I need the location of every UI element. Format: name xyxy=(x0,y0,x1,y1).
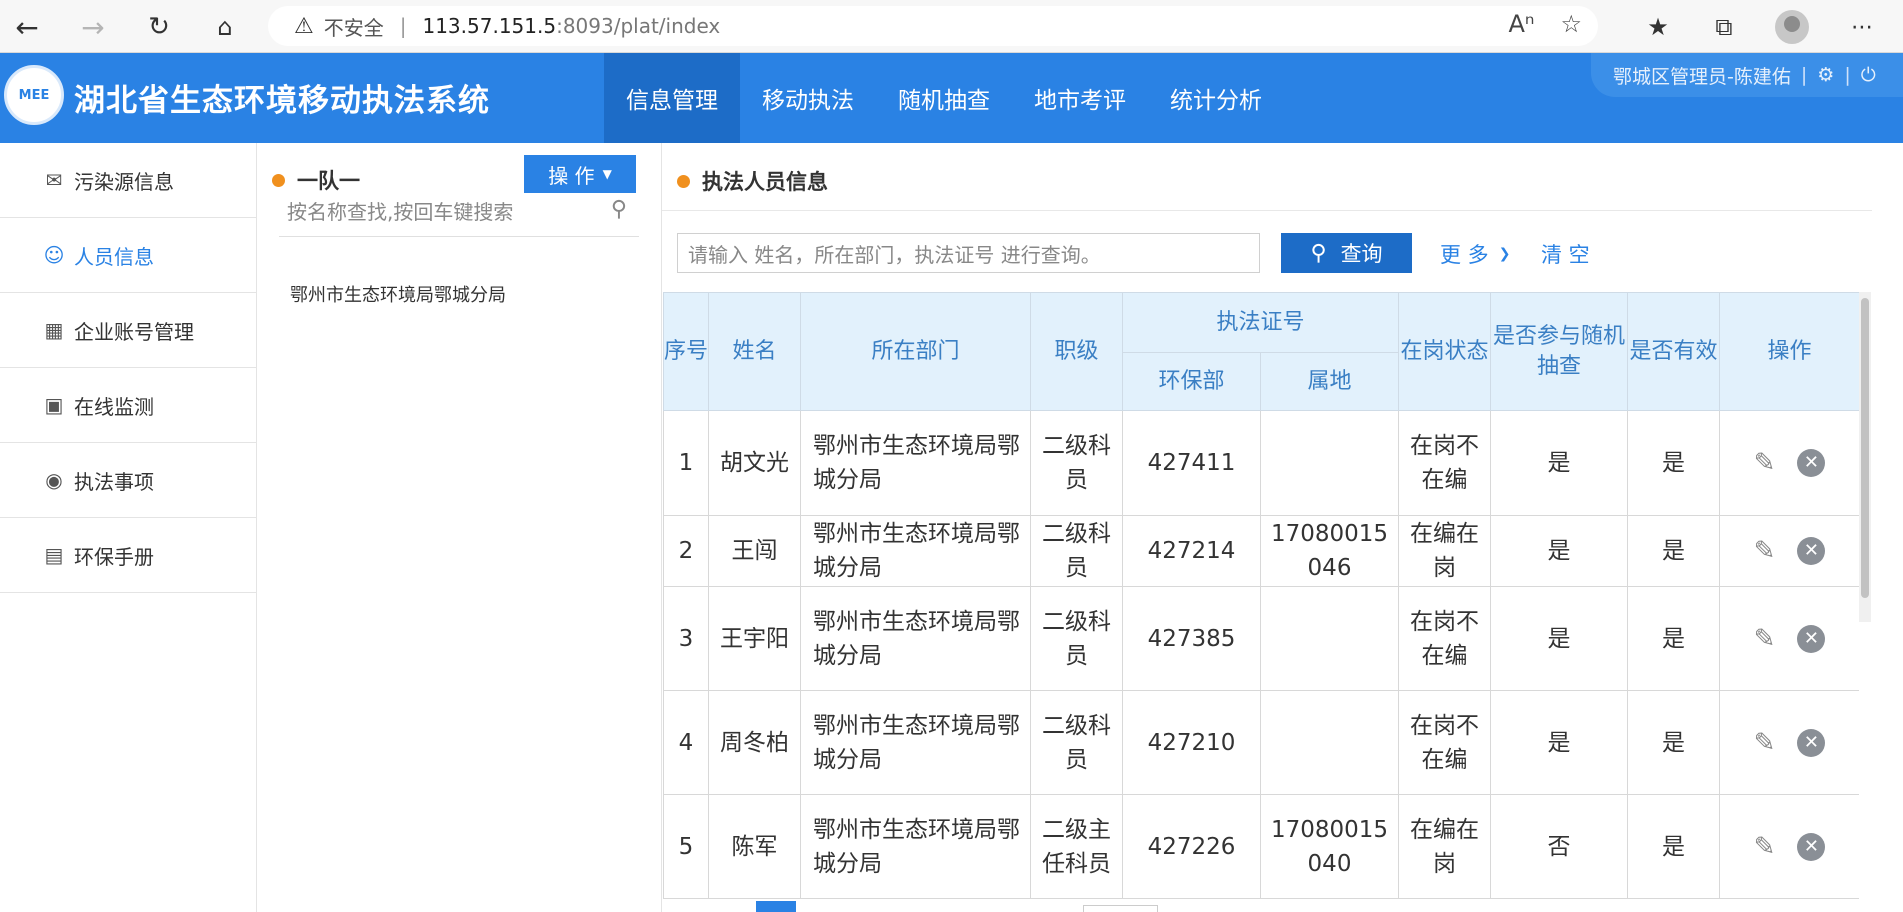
divider xyxy=(662,210,1872,211)
edit-icon[interactable]: ✎ xyxy=(1754,726,1776,760)
team-search-input[interactable]: 按名称查找,按回车键搜索 ⚲ xyxy=(279,185,639,237)
header-seq: 序号 xyxy=(663,292,709,411)
warning-icon: ⚠ xyxy=(294,13,314,39)
sidebar-item-pollution-source[interactable]: ✉ 污染源信息 xyxy=(0,143,256,218)
sidebar-item-enterprise-account[interactable]: ▦ 企业账号管理 xyxy=(0,293,256,368)
chevron-down-icon: ❯ xyxy=(1498,246,1511,262)
more-filter-button[interactable]: 更 多 ❯ xyxy=(1440,239,1510,269)
delete-icon[interactable]: ✕ xyxy=(1797,449,1826,477)
address-bar[interactable]: ⚠ 不安全 | 113.57.151.5 :8093/plat/index Aⁿ… xyxy=(268,6,1598,46)
edit-icon[interactable]: ✎ xyxy=(1754,446,1776,480)
nav-statistics[interactable]: 统计分析 xyxy=(1148,53,1284,143)
search-icon: ⚲ xyxy=(1310,240,1327,266)
url-host: 113.57.151.5 xyxy=(422,14,557,38)
nav-mobile-enforcement[interactable]: 移动执法 xyxy=(740,53,876,143)
header-name: 姓名 xyxy=(708,292,801,411)
table-scrollbar[interactable] xyxy=(1859,292,1871,622)
building-icon: ▦ xyxy=(44,318,64,342)
header-random: 是否参与随机抽查 xyxy=(1490,292,1629,411)
edit-icon[interactable]: ✎ xyxy=(1754,830,1776,864)
sidebar-item-personnel[interactable]: ☺ 人员信息 xyxy=(0,218,256,293)
url-path: :8093/plat/index xyxy=(556,14,721,38)
table-row: 4 周冬柏 鄂州市生态环境局鄂城分局 二级科员 427210 在岗不在编 是 是… xyxy=(663,690,1859,795)
browser-toolbar: ← → ↻ ⌂ ⚠ 不安全 | 113.57.151.5 :8093/plat/… xyxy=(0,0,1903,53)
edit-icon[interactable]: ✎ xyxy=(1754,534,1776,568)
table-row: 5 陈军 鄂州市生态环境局鄂城分局 二级主任科员 427226 17080015… xyxy=(663,794,1859,899)
user-name[interactable]: 鄂城区管理员-陈建佑 xyxy=(1613,62,1791,89)
header-rank: 职级 xyxy=(1030,292,1123,411)
orange-dot-icon xyxy=(677,174,690,188)
read-aloud-icon[interactable]: Aⁿ xyxy=(1509,10,1535,38)
table-row: 3 王宇阳 鄂州市生态环境局鄂城分局 二级科员 427385 在岗不在编 是 是… xyxy=(663,586,1859,691)
sidebar: ✉ 污染源信息 ☺ 人员信息 ▦ 企业账号管理 ▣ 在线监测 ◉ 执法事项 ▤ … xyxy=(0,143,257,912)
person-icon: ☺ xyxy=(43,243,65,267)
header-valid: 是否有效 xyxy=(1627,292,1721,411)
officer-icon: ◉ xyxy=(45,468,63,492)
scrollbar-thumb[interactable] xyxy=(1861,298,1869,598)
top-nav: 信息管理 移动执法 随机抽查 地市考评 统计分析 xyxy=(604,53,1284,143)
header-status: 在岗状态 xyxy=(1398,292,1492,411)
sidebar-item-handbook[interactable]: ▤ 环保手册 xyxy=(0,518,256,593)
nav-random-check[interactable]: 随机抽查 xyxy=(876,53,1012,143)
edit-icon[interactable]: ✎ xyxy=(1754,622,1776,656)
clear-button[interactable]: 清 空 xyxy=(1541,239,1590,269)
sidebar-item-online-monitor[interactable]: ▣ 在线监测 xyxy=(0,368,256,443)
pager-page-size-select[interactable] xyxy=(1083,905,1158,912)
header-cert-env: 环保部 xyxy=(1122,352,1261,411)
power-icon[interactable]: ⏻ xyxy=(1861,64,1876,86)
user-box: 鄂城区管理员-陈建佑 | ⚙ | ⏻ xyxy=(1591,53,1903,97)
pollution-source-icon: ✉ xyxy=(45,168,63,192)
header-cert: 执法证号 xyxy=(1121,292,1400,353)
monitor-icon: ▣ xyxy=(44,393,64,417)
delete-icon[interactable]: ✕ xyxy=(1797,624,1826,653)
header-ops: 操作 xyxy=(1719,292,1859,411)
caret-down-icon: ▼ xyxy=(602,167,612,181)
delete-icon[interactable]: ✕ xyxy=(1797,832,1826,861)
insecure-label: 不安全 xyxy=(323,15,384,40)
header-cert-local: 属地 xyxy=(1259,352,1400,411)
collections-icon[interactable]: ⧉ xyxy=(1704,8,1744,46)
personnel-panel-title: 执法人员信息 xyxy=(677,166,828,196)
reload-icon[interactable]: ↻ xyxy=(140,8,178,46)
profile-avatar[interactable] xyxy=(1772,8,1812,46)
pager-current-page[interactable] xyxy=(756,901,796,912)
team-panel: 一队一 操 作 ▼ 按名称查找,按回车键搜索 ⚲ 鄂州市生态环境局鄂城分局 xyxy=(257,143,662,912)
handbook-icon: ▤ xyxy=(44,543,64,567)
table-row: 1 胡文光 鄂州市生态环境局鄂城分局 二级科员 427411 在岗不在编 是 是… xyxy=(663,410,1859,516)
back-arrow-icon[interactable]: ← xyxy=(8,8,46,46)
personnel-table: 序号 姓名 所在部门 职级 执法证号 在岗状态 是否参与随机抽查 是否有效 操作… xyxy=(663,292,1859,912)
nav-info-management[interactable]: 信息管理 xyxy=(604,53,740,143)
table-row: 2 王闯 鄂州市生态环境局鄂城分局 二级科员 427214 1708001504… xyxy=(663,515,1859,587)
home-icon[interactable]: ⌂ xyxy=(206,8,244,46)
header-dept: 所在部门 xyxy=(800,292,1031,411)
sidebar-item-enforcement-items[interactable]: ◉ 执法事项 xyxy=(0,443,256,518)
delete-icon[interactable]: ✕ xyxy=(1797,537,1826,565)
search-icon[interactable]: ⚲ xyxy=(611,197,627,222)
tree-item-department[interactable]: 鄂州市生态环境局鄂城分局 xyxy=(290,281,506,307)
add-favorite-icon[interactable]: ☆ xyxy=(1560,10,1582,38)
mee-logo: MEE xyxy=(4,65,64,125)
nav-city-evaluation[interactable]: 地市考评 xyxy=(1012,53,1148,143)
system-title: 湖北省生态环境移动执法系统 xyxy=(74,83,490,119)
gear-icon[interactable]: ⚙ xyxy=(1817,64,1834,86)
avatar xyxy=(1775,10,1809,44)
query-input[interactable]: 请输入 姓名，所在部门，执法证号 进行查询。 xyxy=(677,233,1260,273)
forward-arrow-icon[interactable]: → xyxy=(74,8,112,46)
url-separator: | xyxy=(399,14,407,38)
more-options-icon[interactable]: ⋯ xyxy=(1842,8,1882,46)
delete-icon[interactable]: ✕ xyxy=(1797,728,1826,757)
app-header: MEE 湖北省生态环境移动执法系统 信息管理 移动执法 随机抽查 地市考评 统计… xyxy=(0,53,1903,143)
favorites-icon[interactable]: ★ xyxy=(1638,8,1678,46)
query-button[interactable]: ⚲ 查询 xyxy=(1281,233,1412,273)
